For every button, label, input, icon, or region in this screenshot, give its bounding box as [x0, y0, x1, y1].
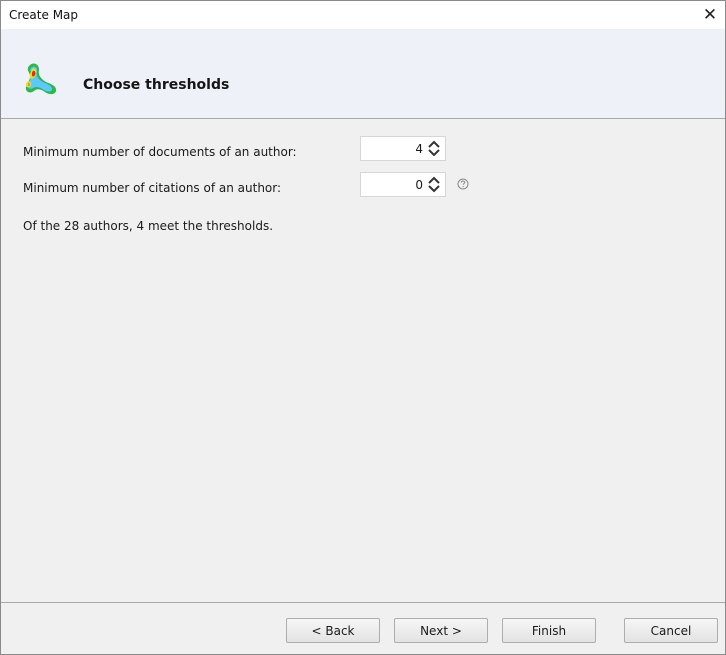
min-documents-spinner[interactable]: 4: [360, 136, 446, 161]
spinner-arrows-icon[interactable]: [426, 139, 442, 158]
window-title: Create Map: [9, 8, 79, 22]
min-citations-label: Minimum number of citations of an author…: [23, 181, 282, 195]
create-map-dialog: Create Map ✕ Choose thresholds Minimum n…: [0, 0, 726, 655]
wizard-header: Choose thresholds: [1, 29, 725, 118]
min-documents-value[interactable]: 4: [415, 142, 423, 156]
min-documents-label: Minimum number of documents of an author…: [23, 145, 297, 159]
page-title: Choose thresholds: [83, 77, 230, 93]
min-citations-spinner[interactable]: 0: [360, 172, 446, 197]
title-bar: Create Map ✕: [1, 1, 725, 29]
cancel-button[interactable]: Cancel: [624, 618, 718, 643]
help-circle-icon[interactable]: [457, 178, 469, 190]
wizard-footer: < Back Next > Finish Cancel: [1, 603, 725, 654]
next-button[interactable]: Next >: [394, 618, 488, 643]
threshold-summary: Of the 28 authors, 4 meet the thresholds…: [23, 219, 274, 233]
thresholds-panel: Minimum number of documents of an author…: [1, 119, 725, 602]
heatmap-logo-icon: [25, 63, 57, 95]
close-icon: ✕: [702, 5, 718, 25]
close-button[interactable]: ✕: [695, 1, 725, 29]
min-citations-value[interactable]: 0: [415, 178, 423, 192]
spinner-arrows-icon[interactable]: [426, 175, 442, 194]
finish-button[interactable]: Finish: [502, 618, 596, 643]
back-button[interactable]: < Back: [286, 618, 380, 643]
